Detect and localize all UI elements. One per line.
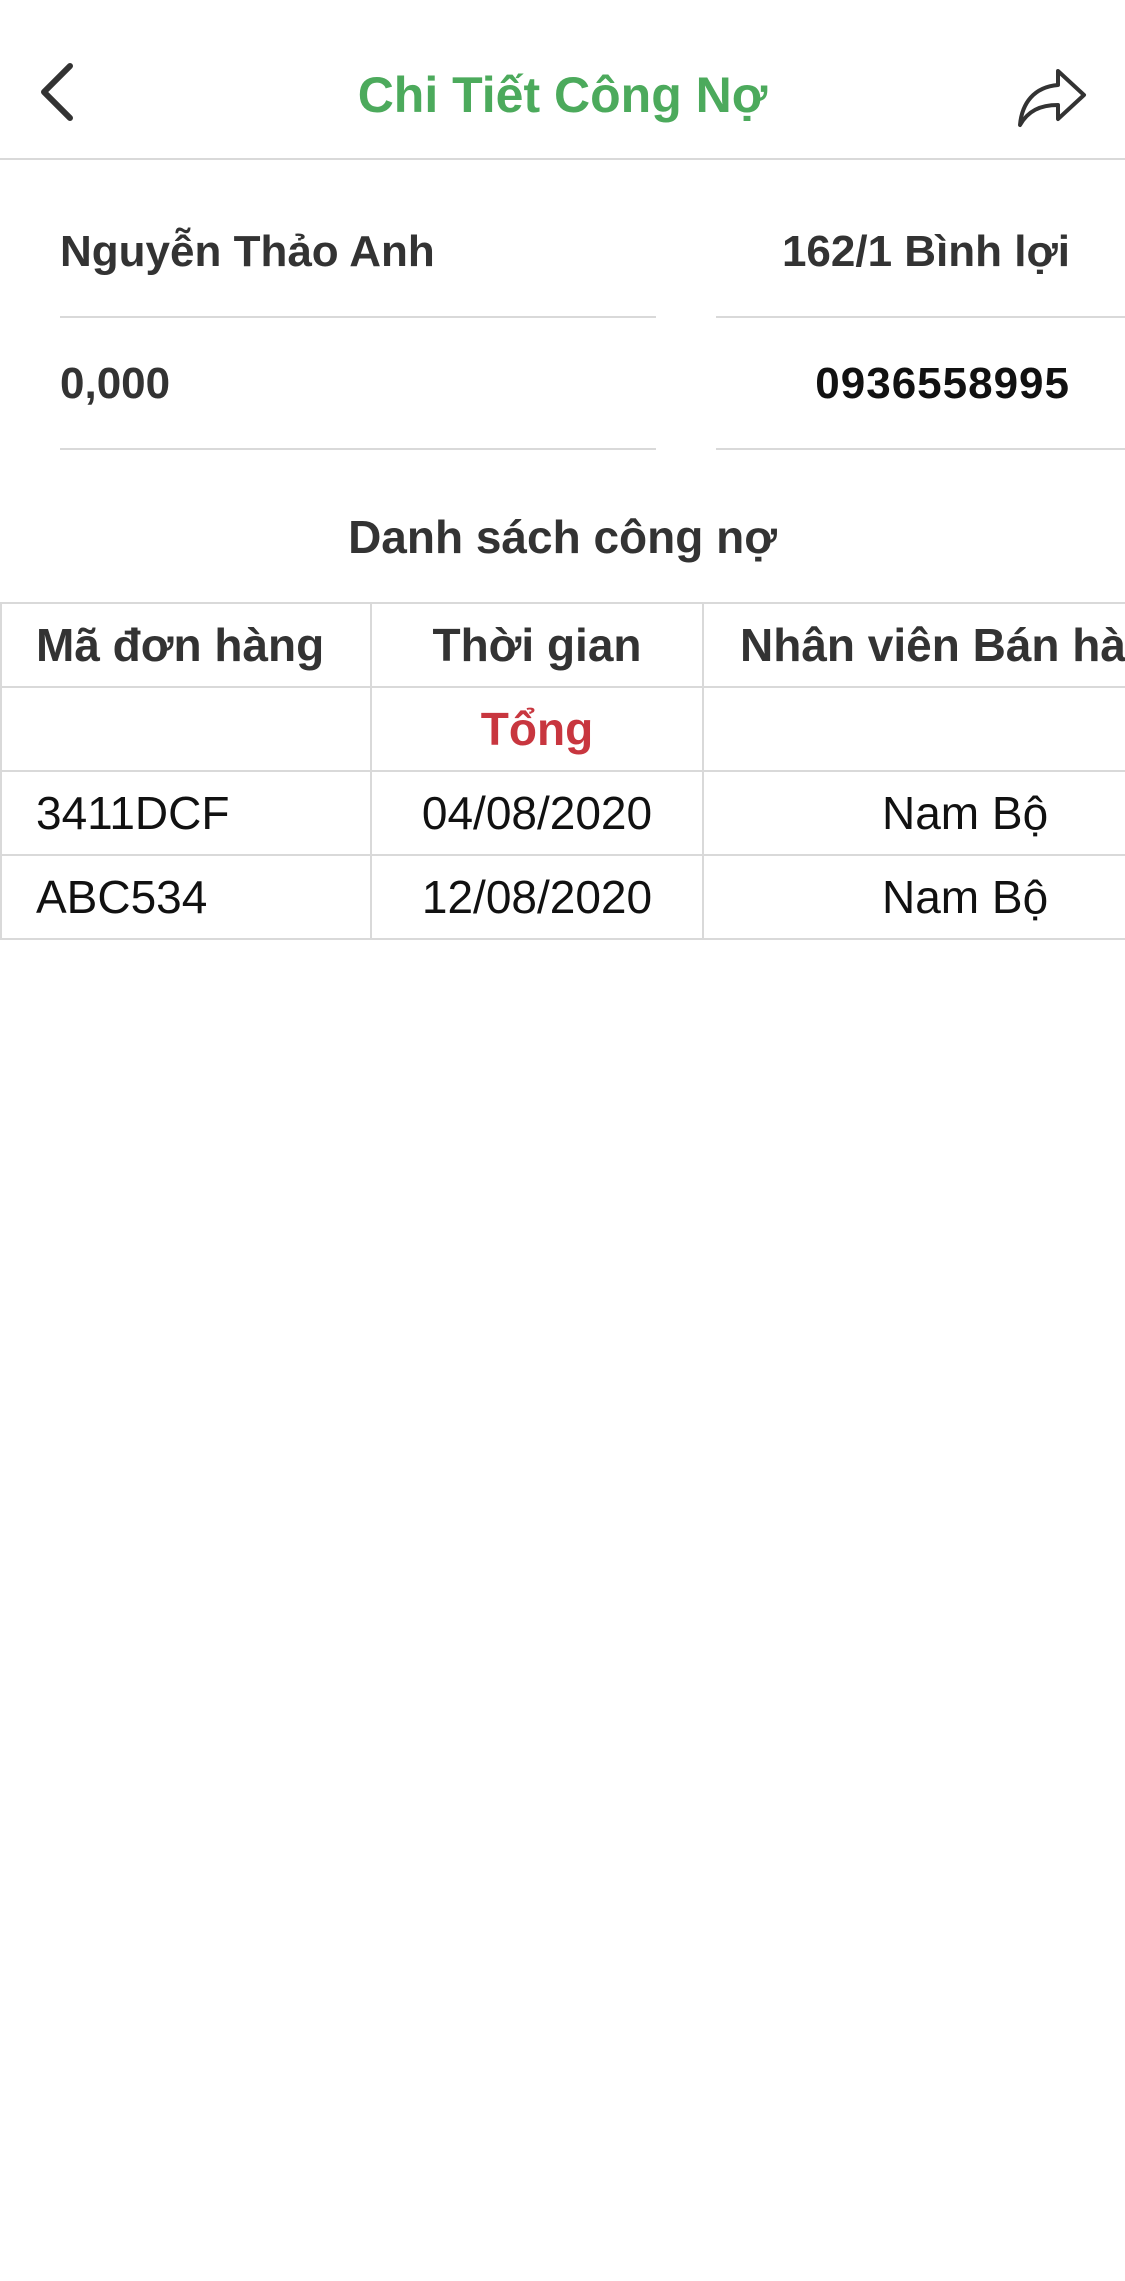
debt-table: Mã đơn hàng Thời gian Nhân viên Bán hàng… [0, 602, 1125, 940]
customer-name: Nguyễn Thảo Anh [60, 188, 656, 318]
page-title: Chi Tiết Công Nợ [357, 67, 768, 123]
table-header-row: Mã đơn hàng Thời gian Nhân viên Bán hàng [0, 602, 1125, 688]
time-cell: 04/08/2020 [370, 770, 704, 856]
share-button[interactable] [1007, 58, 1097, 138]
table-row[interactable]: ABC534 12/08/2020 Nam Bộ [0, 854, 1125, 940]
customer-address: 162/1 Bình lợi [716, 188, 1125, 318]
sales-staff-cell: Nam Bộ [702, 770, 1125, 856]
order-code-cell: 3411DCF [0, 770, 372, 856]
column-header-sales-staff: Nhân viên Bán hàng [702, 602, 1125, 688]
sales-staff-cell: Nam Bộ [702, 854, 1125, 940]
section-title: Danh sách công nợ [348, 511, 777, 563]
total-empty-cell [0, 686, 372, 772]
share-arrow-icon [1018, 69, 1086, 127]
debt-amount: 0,000 [60, 320, 656, 450]
column-header-order-code: Mã đơn hàng [0, 602, 372, 688]
customer-phone[interactable]: 0936558995 [716, 320, 1125, 450]
total-label: Tổng [370, 686, 704, 772]
total-empty-cell [702, 686, 1125, 772]
time-cell: 12/08/2020 [370, 854, 704, 940]
total-row: Tổng [0, 686, 1125, 772]
table-row[interactable]: 3411DCF 04/08/2020 Nam Bộ [0, 770, 1125, 856]
column-header-time: Thời gian [370, 602, 704, 688]
navigation-bar: Chi Tiết Công Nợ [0, 0, 1125, 160]
order-code-cell: ABC534 [0, 854, 372, 940]
